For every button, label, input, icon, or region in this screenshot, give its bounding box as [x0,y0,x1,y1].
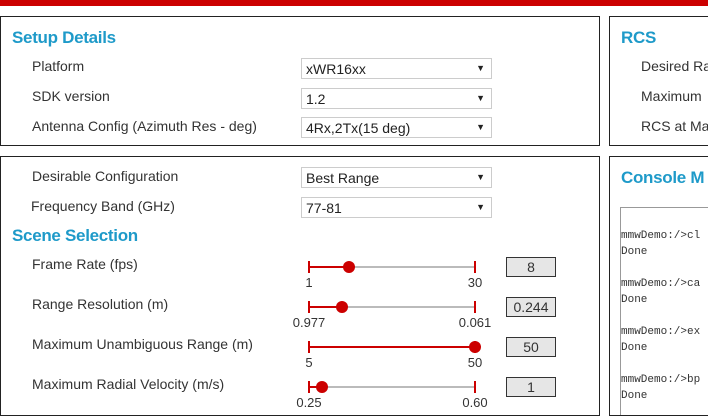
frequency-band-label: Frequency Band (GHz) [31,198,175,214]
slider[interactable] [308,341,481,353]
antenna-config-label: Antenna Config (Azimuth Res - deg) [32,118,257,134]
slider-min-tick [308,381,310,393]
slider-max-tick [474,381,476,393]
console-output[interactable]: mmwDemo:/>cl Done mmwDemo:/>ca Done mmwDem… [620,207,708,415]
console-panel: Console M mmwDemo:/>cl Done mmwDemo:/>ca D… [609,156,708,416]
antenna-config-value: 4Rx,2Tx(15 deg) [306,120,411,136]
console-line: mmwDemo:/>ex [621,326,701,338]
dropdown-arrow-icon: ▼ [476,63,485,73]
slider-max-label: 30 [467,275,483,290]
setup-details-panel: Setup Details Platform xWR16xx ▼ SDK vers… [0,16,600,146]
slider-label: Frame Rate (fps) [32,256,138,272]
scene-selection-title: Scene Selection [12,226,138,245]
slider-value-box[interactable]: 1 [506,377,556,397]
dropdown-arrow-icon: ▼ [476,172,485,182]
slider-handle[interactable] [336,301,349,313]
frequency-band-select[interactable]: 77-81 ▼ [301,197,492,218]
slider-min-tick [308,301,310,313]
desirable-config-label: Desirable Configuration [32,168,179,184]
slider[interactable] [308,381,476,393]
slider-min-label: 5 [305,355,313,370]
slider-min-label: 1 [305,275,313,290]
console-line: Done [621,294,648,306]
desirable-config-value: Best Range [306,170,380,186]
scene-panel: Desirable Configuration Best Range ▼ Freq… [0,156,600,416]
console-line: mmwDemo:/>bp [621,374,701,386]
platform-select[interactable]: xWR16xx ▼ [301,58,492,79]
slider-handle[interactable] [342,261,355,273]
slider-min-tick [308,341,310,353]
slider-label: Maximum Unambiguous Range (m) [32,336,253,352]
slider[interactable] [308,301,476,313]
rcs-title: RCS [621,28,656,47]
console-line: mmwDemo:/>cl [621,230,701,242]
slider-max-label: 50 [467,355,483,370]
slider-value-box[interactable]: 0.244 [506,297,556,317]
frequency-band-value: 77-81 [306,200,342,216]
slider-min-label: 0.977 [292,315,326,330]
sdk-version-select[interactable]: 1.2 ▼ [301,88,492,109]
slider[interactable] [308,261,476,273]
slider-max-label: 0.60 [462,395,488,410]
slider-value-box[interactable]: 8 [506,257,556,277]
rcs-row: RCS at Ma [641,118,708,134]
slider-max-tick [474,261,476,273]
console-line: mmwDemo:/>ca [621,278,701,290]
setup-details-title: Setup Details [12,28,116,47]
slider-value-box[interactable]: 50 [506,337,556,357]
slider-handle[interactable] [469,341,481,353]
dropdown-arrow-icon: ▼ [476,122,485,132]
dropdown-arrow-icon: ▼ [476,93,485,103]
antenna-config-select[interactable]: 4Rx,2Tx(15 deg) ▼ [301,117,492,138]
slider-label: Range Resolution (m) [32,296,169,312]
slider-max-label: 0.061 [458,315,492,330]
top-bar [0,0,708,6]
rcs-panel: RCS Desired Ra Maximum RCS at Ma [609,16,708,146]
platform-value: xWR16xx [306,61,366,77]
slider-max-tick [474,301,476,313]
slider-min-label: 0.25 [296,395,322,410]
slider-min-tick [308,261,310,273]
slider-handle[interactable] [316,381,329,393]
console-title: Console M [621,168,705,187]
rcs-row: Maximum [641,88,702,104]
console-line: Done [621,246,648,258]
platform-label: Platform [32,58,85,74]
sdk-version-label: SDK version [32,88,110,104]
desirable-config-select[interactable]: Best Range ▼ [301,167,492,188]
sdk-version-value: 1.2 [306,91,326,107]
dropdown-arrow-icon: ▼ [476,202,485,212]
slider-label: Maximum Radial Velocity (m/s) [32,376,225,392]
console-line: Done [621,342,648,354]
slider-fill [309,346,475,348]
console-line: Done [621,390,648,402]
rcs-row: Desired Ra [641,58,708,74]
